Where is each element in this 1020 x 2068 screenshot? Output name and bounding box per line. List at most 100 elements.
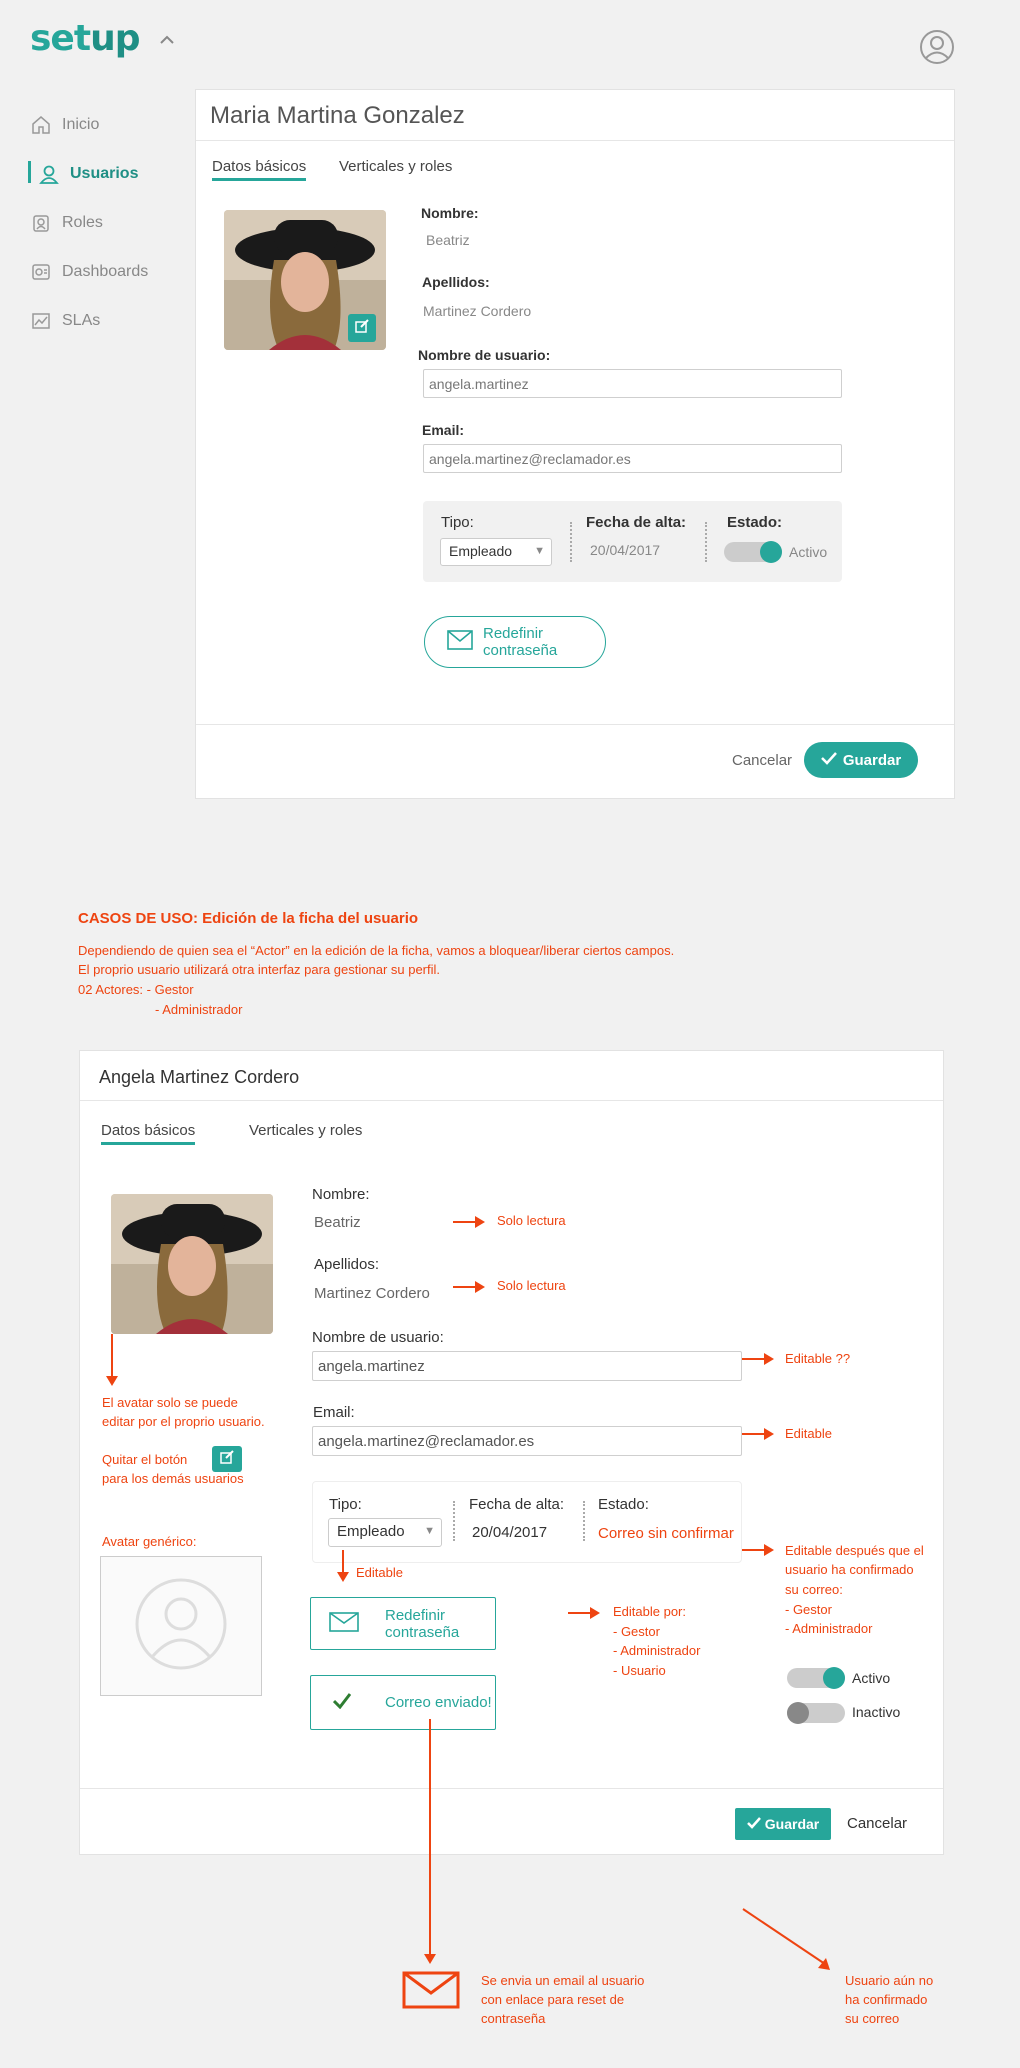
dropdown-arrow-icon: ▼	[534, 545, 545, 557]
cancel-button[interactable]: Cancelar	[847, 1815, 907, 1832]
sidebar-item-inicio[interactable]: Inicio	[30, 100, 190, 149]
user-placeholder-icon	[135, 1578, 227, 1675]
sidebar-item-dashboards[interactable]: Dashboards	[30, 247, 190, 296]
annotation-avatar-2: editar por el proprio usuario.	[102, 1414, 265, 1429]
estado-label: Estado:	[598, 1496, 649, 1513]
username-input[interactable]	[312, 1351, 742, 1381]
fecha-label: Fecha de alta:	[469, 1496, 565, 1513]
tab-datos-basicos[interactable]: Datos básicos	[101, 1122, 196, 1145]
cancel-button[interactable]: Cancelar	[732, 752, 792, 769]
annotation-unconfirmed-2: ha confirmado	[845, 1992, 928, 2007]
annotation-estado-1: Editable después que el	[785, 1543, 924, 1558]
save-button[interactable]: Guardar	[804, 742, 918, 778]
sidebar: Inicio Usuarios Roles Dashboards SLAs	[28, 100, 190, 345]
mail-icon	[447, 630, 473, 654]
username-label: Nombre de usuario:	[418, 347, 551, 363]
annotation-nombre: Solo lectura	[497, 1213, 566, 1228]
email-sent-button[interactable]: Correo enviado!	[310, 1675, 496, 1730]
username-input[interactable]	[423, 369, 842, 398]
annotation-apellidos: Solo lectura	[497, 1278, 566, 1293]
email-sent-label: Correo enviado!	[385, 1694, 492, 1711]
annotation-mail-2: con enlace para reset de	[481, 1992, 625, 2007]
generic-avatar	[100, 1556, 262, 1696]
annotation-arrow	[453, 1281, 485, 1293]
toggle-activo-label: Activo	[852, 1670, 891, 1686]
annotation-reset-4: - Usuario	[613, 1663, 666, 1678]
apellidos-label: Apellidos:	[314, 1256, 380, 1273]
fecha-label: Fecha de alta:	[586, 514, 687, 531]
tab-datos-basicos[interactable]: Datos básicos	[212, 158, 307, 181]
edit-avatar-button[interactable]	[348, 314, 376, 342]
annotation-arrow	[742, 1353, 774, 1365]
annotation-arrow	[453, 1216, 485, 1228]
email-label: Email:	[422, 422, 465, 438]
sidebar-item-label: Dashboards	[62, 262, 149, 280]
annotation-diagonal-arrow	[740, 1906, 840, 1981]
annotation-estado-3: su correo:	[785, 1582, 843, 1597]
tab-verticales-roles[interactable]: Verticales y roles	[339, 158, 452, 175]
nombre-value: Beatriz	[426, 232, 470, 248]
sidebar-item-slas[interactable]: SLAs	[30, 296, 190, 345]
annotation-avatar-generic: Avatar genérico:	[102, 1534, 197, 1549]
email-input[interactable]	[423, 444, 842, 473]
fecha-value: 20/04/2017	[590, 542, 661, 558]
tab-verticales-roles[interactable]: Verticales y roles	[249, 1122, 362, 1139]
sidebar-item-roles[interactable]: Roles	[30, 198, 190, 247]
annotation-reset-2: - Gestor	[613, 1624, 660, 1639]
roles-icon	[30, 212, 52, 234]
annotation-estado-5: - Administrador	[785, 1621, 873, 1636]
usecase-line4: - Administrador	[155, 1002, 243, 1017]
annotation-quitar-1: Quitar el botón	[102, 1452, 188, 1467]
annotation-mail-3: contraseña	[481, 2011, 546, 2026]
estado-toggle[interactable]	[724, 541, 782, 563]
sidebar-item-label: Roles	[62, 213, 103, 231]
annotation-quitar-2: para los demás usuarios	[102, 1471, 244, 1486]
tipo-select[interactable]: Empleado ▼	[440, 538, 552, 566]
apellidos-value: Martinez Cordero	[423, 303, 532, 319]
save-label: Guardar	[764, 1816, 820, 1832]
nombre-label: Nombre:	[421, 205, 479, 221]
avatar	[111, 1194, 273, 1334]
annotation-email: Editable	[785, 1426, 832, 1441]
annotation-arrow	[106, 1334, 118, 1386]
annotation-unconfirmed-1: Usuario aún no	[845, 1973, 934, 1988]
user-detail-card: Maria Martina Gonzalez Datos básicos Ver…	[195, 89, 955, 799]
estado-value: Correo sin confirmar	[598, 1525, 734, 1542]
nombre-value: Beatriz	[314, 1214, 361, 1231]
annotation-arrow	[337, 1550, 349, 1582]
sidebar-item-label: Usuarios	[70, 164, 139, 182]
mail-icon	[402, 1971, 460, 2014]
email-input[interactable]	[312, 1426, 742, 1456]
mail-icon	[329, 1611, 359, 1636]
toggle-inactivo[interactable]	[787, 1702, 845, 1724]
dropdown-arrow-icon: ▼	[424, 1525, 435, 1537]
chevron-up-icon[interactable]	[157, 30, 177, 50]
check-icon	[820, 751, 837, 769]
usecase-heading: CASOS DE USO: Edición de la ficha del us…	[78, 910, 419, 927]
card-title: Angela Martinez Cordero	[99, 1067, 300, 1087]
toggle-inactivo-label: Inactivo	[852, 1704, 901, 1720]
annotation-arrow	[568, 1607, 600, 1619]
usecase-line2: El proprio usuario utilizará otra interf…	[78, 962, 441, 977]
annotation-estado-4: - Gestor	[785, 1602, 832, 1617]
fecha-value: 20/04/2017	[472, 1524, 548, 1541]
sidebar-item-usuarios[interactable]: Usuarios	[28, 149, 190, 198]
apellidos-label: Apellidos:	[422, 274, 490, 290]
nombre-label: Nombre:	[312, 1186, 370, 1203]
check-icon	[746, 1816, 761, 1832]
annotation-mail-1: Se envia un email al usuario	[481, 1973, 645, 1988]
reset-password-label: Redefinir contraseña	[385, 1606, 460, 1641]
toggle-activo[interactable]	[787, 1667, 845, 1689]
annotation-reset-3: - Administrador	[613, 1643, 701, 1658]
annotation-arrow	[424, 1719, 436, 1964]
reset-password-button[interactable]: Redefinir contraseña	[310, 1597, 496, 1650]
save-label: Guardar	[842, 751, 902, 769]
save-button[interactable]: Guardar	[735, 1808, 831, 1840]
page-title: Maria Martina Gonzalez	[210, 102, 465, 129]
tipo-select[interactable]: Empleado ▼	[328, 1518, 442, 1547]
reset-password-button[interactable]: Redefinir contraseña	[424, 616, 606, 668]
user-account-icon[interactable]	[918, 28, 956, 66]
annotation-username: Editable ??	[785, 1351, 851, 1366]
app-logo[interactable]: setup	[30, 18, 140, 59]
home-icon	[30, 114, 52, 136]
